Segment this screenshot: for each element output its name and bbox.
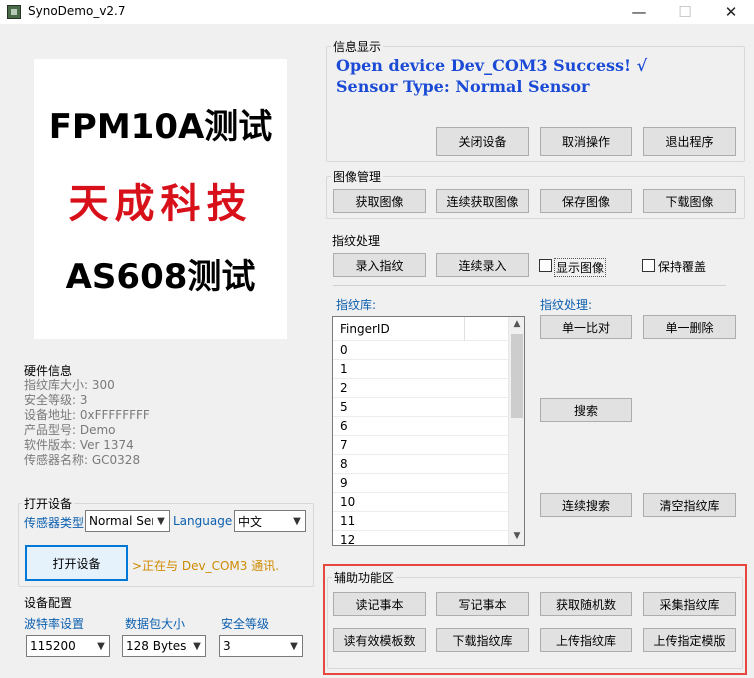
exit-program-button[interactable]: 退出程序	[643, 127, 736, 156]
image-management-title: 图像管理	[331, 168, 384, 185]
window-title: SynoDemo_v2.7	[28, 4, 126, 18]
download-library-button[interactable]: 下载指纹库	[436, 628, 529, 652]
clear-library-button[interactable]: 清空指纹库	[643, 493, 736, 517]
list-item[interactable]: 6	[333, 417, 508, 436]
logo-image: FPM10A测试 天成科技 AS608测试	[34, 59, 287, 339]
hardware-line: 设备地址: 0xFFFFFFFF	[24, 408, 150, 422]
hardware-line: 传感器名称: GC0328	[24, 453, 141, 467]
security-level-label: 安全等级	[221, 617, 270, 631]
packet-size-value: 128 Bytes	[126, 639, 187, 653]
hardware-line: 安全等级: 3	[24, 393, 88, 407]
collect-library-button[interactable]: 采集指纹库	[643, 592, 736, 616]
list-scrollbar[interactable]: ▲ ▼	[508, 317, 524, 545]
divider	[333, 285, 726, 286]
download-image-button[interactable]: 下载图像	[643, 189, 736, 213]
minimize-button[interactable]: —	[616, 0, 662, 24]
packet-size-select[interactable]: 128 Bytes ▼	[122, 635, 206, 657]
continuous-search-button[interactable]: 连续搜索	[540, 493, 632, 517]
device-config-title: 设备配置	[24, 596, 73, 610]
show-image-label: 显示图像	[554, 258, 607, 277]
continuous-get-image-button[interactable]: 连续获取图像	[436, 189, 529, 213]
logo-line-1: FPM10A测试	[48, 107, 273, 147]
logo-line-2: 天成科技	[68, 180, 253, 227]
read-notepad-button[interactable]: 读记事本	[333, 592, 426, 616]
list-item[interactable]: 8	[333, 455, 508, 474]
chevron-down-icon: ▼	[193, 640, 201, 652]
keep-overwrite-checkbox[interactable]	[642, 259, 655, 272]
close-device-button[interactable]: 关闭设备	[436, 127, 529, 156]
app-icon	[7, 5, 21, 19]
chevron-down-icon: ▼	[157, 515, 165, 527]
list-body: FingerID 0 1 2 5 6 7 8 9 10 11 12	[333, 317, 508, 545]
maximize-button[interactable]: ☐	[662, 0, 708, 24]
info-line-2: Sensor Type: Normal Sensor	[336, 77, 590, 96]
single-compare-button[interactable]: 单一比对	[540, 315, 632, 339]
language-label: Language	[173, 514, 233, 528]
connection-status: >正在与 Dev_COM3 通讯.	[132, 559, 280, 573]
chevron-down-icon: ▼	[97, 640, 105, 652]
sensor-type-select[interactable]: Normal Ser ▼	[85, 510, 170, 532]
list-item[interactable]: 7	[333, 436, 508, 455]
fingerprint-list[interactable]: FingerID 0 1 2 5 6 7 8 9 10 11 12 ▲ ▼	[332, 316, 525, 546]
show-image-checkbox[interactable]	[539, 259, 552, 272]
security-level-select[interactable]: 3 ▼	[219, 635, 303, 657]
hardware-line: 指纹库大小: 300	[24, 378, 115, 392]
hardware-info-list: 指纹库大小: 300 安全等级: 3 设备地址: 0xFFFFFFFF 产品型号…	[24, 378, 150, 468]
chevron-down-icon: ▼	[290, 640, 298, 652]
upload-library-button[interactable]: 上传指纹库	[540, 628, 632, 652]
packet-size-label: 数据包大小	[125, 617, 186, 631]
hardware-info-title: 硬件信息	[24, 364, 73, 378]
close-button[interactable]: ✕	[708, 0, 754, 24]
save-image-button[interactable]: 保存图像	[540, 189, 632, 213]
language-select[interactable]: 中文 ▼	[234, 510, 306, 532]
open-device-title: 打开设备	[22, 495, 75, 512]
cancel-operation-button[interactable]: 取消操作	[540, 127, 632, 156]
info-line-1: Open device Dev_COM3 Success! √	[336, 56, 648, 75]
language-value: 中文	[238, 514, 263, 529]
list-item[interactable]: 9	[333, 474, 508, 493]
get-random-button[interactable]: 获取随机数	[540, 592, 632, 616]
enroll-fingerprint-button[interactable]: 录入指纹	[333, 253, 426, 277]
write-notepad-button[interactable]: 写记事本	[436, 592, 529, 616]
open-device-button[interactable]: 打开设备	[25, 545, 128, 581]
aux-functions-group	[327, 577, 743, 669]
logo-line-3: AS608测试	[65, 257, 256, 297]
upload-specific-template-button[interactable]: 上传指定模版	[643, 628, 736, 652]
list-item[interactable]: 0	[333, 341, 508, 360]
hardware-line: 产品型号: Demo	[24, 423, 116, 437]
fingerid-column-header: FingerID	[340, 322, 390, 336]
fingerprint-processing-title: 指纹处理	[332, 234, 381, 248]
process-label: 指纹处理:	[540, 298, 593, 312]
scroll-down-icon[interactable]: ▼	[509, 531, 525, 541]
search-button[interactable]: 搜索	[540, 398, 632, 422]
sensor-type-label: 传感器类型	[24, 516, 85, 530]
list-item[interactable]: 1	[333, 360, 508, 379]
baud-rate-label: 波特率设置	[24, 617, 85, 631]
continuous-enroll-button[interactable]: 连续录入	[436, 253, 529, 277]
baud-rate-select[interactable]: 115200 ▼	[26, 635, 110, 657]
baud-rate-value: 115200	[30, 639, 76, 653]
list-item[interactable]: 12	[333, 531, 508, 545]
column-divider	[464, 317, 465, 341]
keep-overwrite-label: 保持覆盖	[658, 260, 707, 274]
scroll-up-icon[interactable]: ▲	[509, 319, 525, 329]
scroll-thumb[interactable]	[511, 334, 523, 418]
info-display-title: 信息显示	[331, 38, 384, 55]
list-item[interactable]: 10	[333, 493, 508, 512]
sensor-type-value: Normal Ser	[89, 514, 153, 528]
library-label: 指纹库:	[336, 298, 377, 312]
read-valid-templates-button[interactable]: 读有效模板数	[333, 628, 426, 652]
chevron-down-icon: ▼	[293, 515, 301, 527]
list-item[interactable]: 5	[333, 398, 508, 417]
hardware-line: 软件版本: Ver 1374	[24, 438, 134, 452]
get-image-button[interactable]: 获取图像	[333, 189, 426, 213]
single-delete-button[interactable]: 单一删除	[643, 315, 736, 339]
security-level-value: 3	[223, 639, 231, 653]
aux-functions-title: 辅助功能区	[332, 569, 397, 586]
list-header[interactable]: FingerID	[333, 317, 508, 341]
list-item[interactable]: 11	[333, 512, 508, 531]
list-item[interactable]: 2	[333, 379, 508, 398]
